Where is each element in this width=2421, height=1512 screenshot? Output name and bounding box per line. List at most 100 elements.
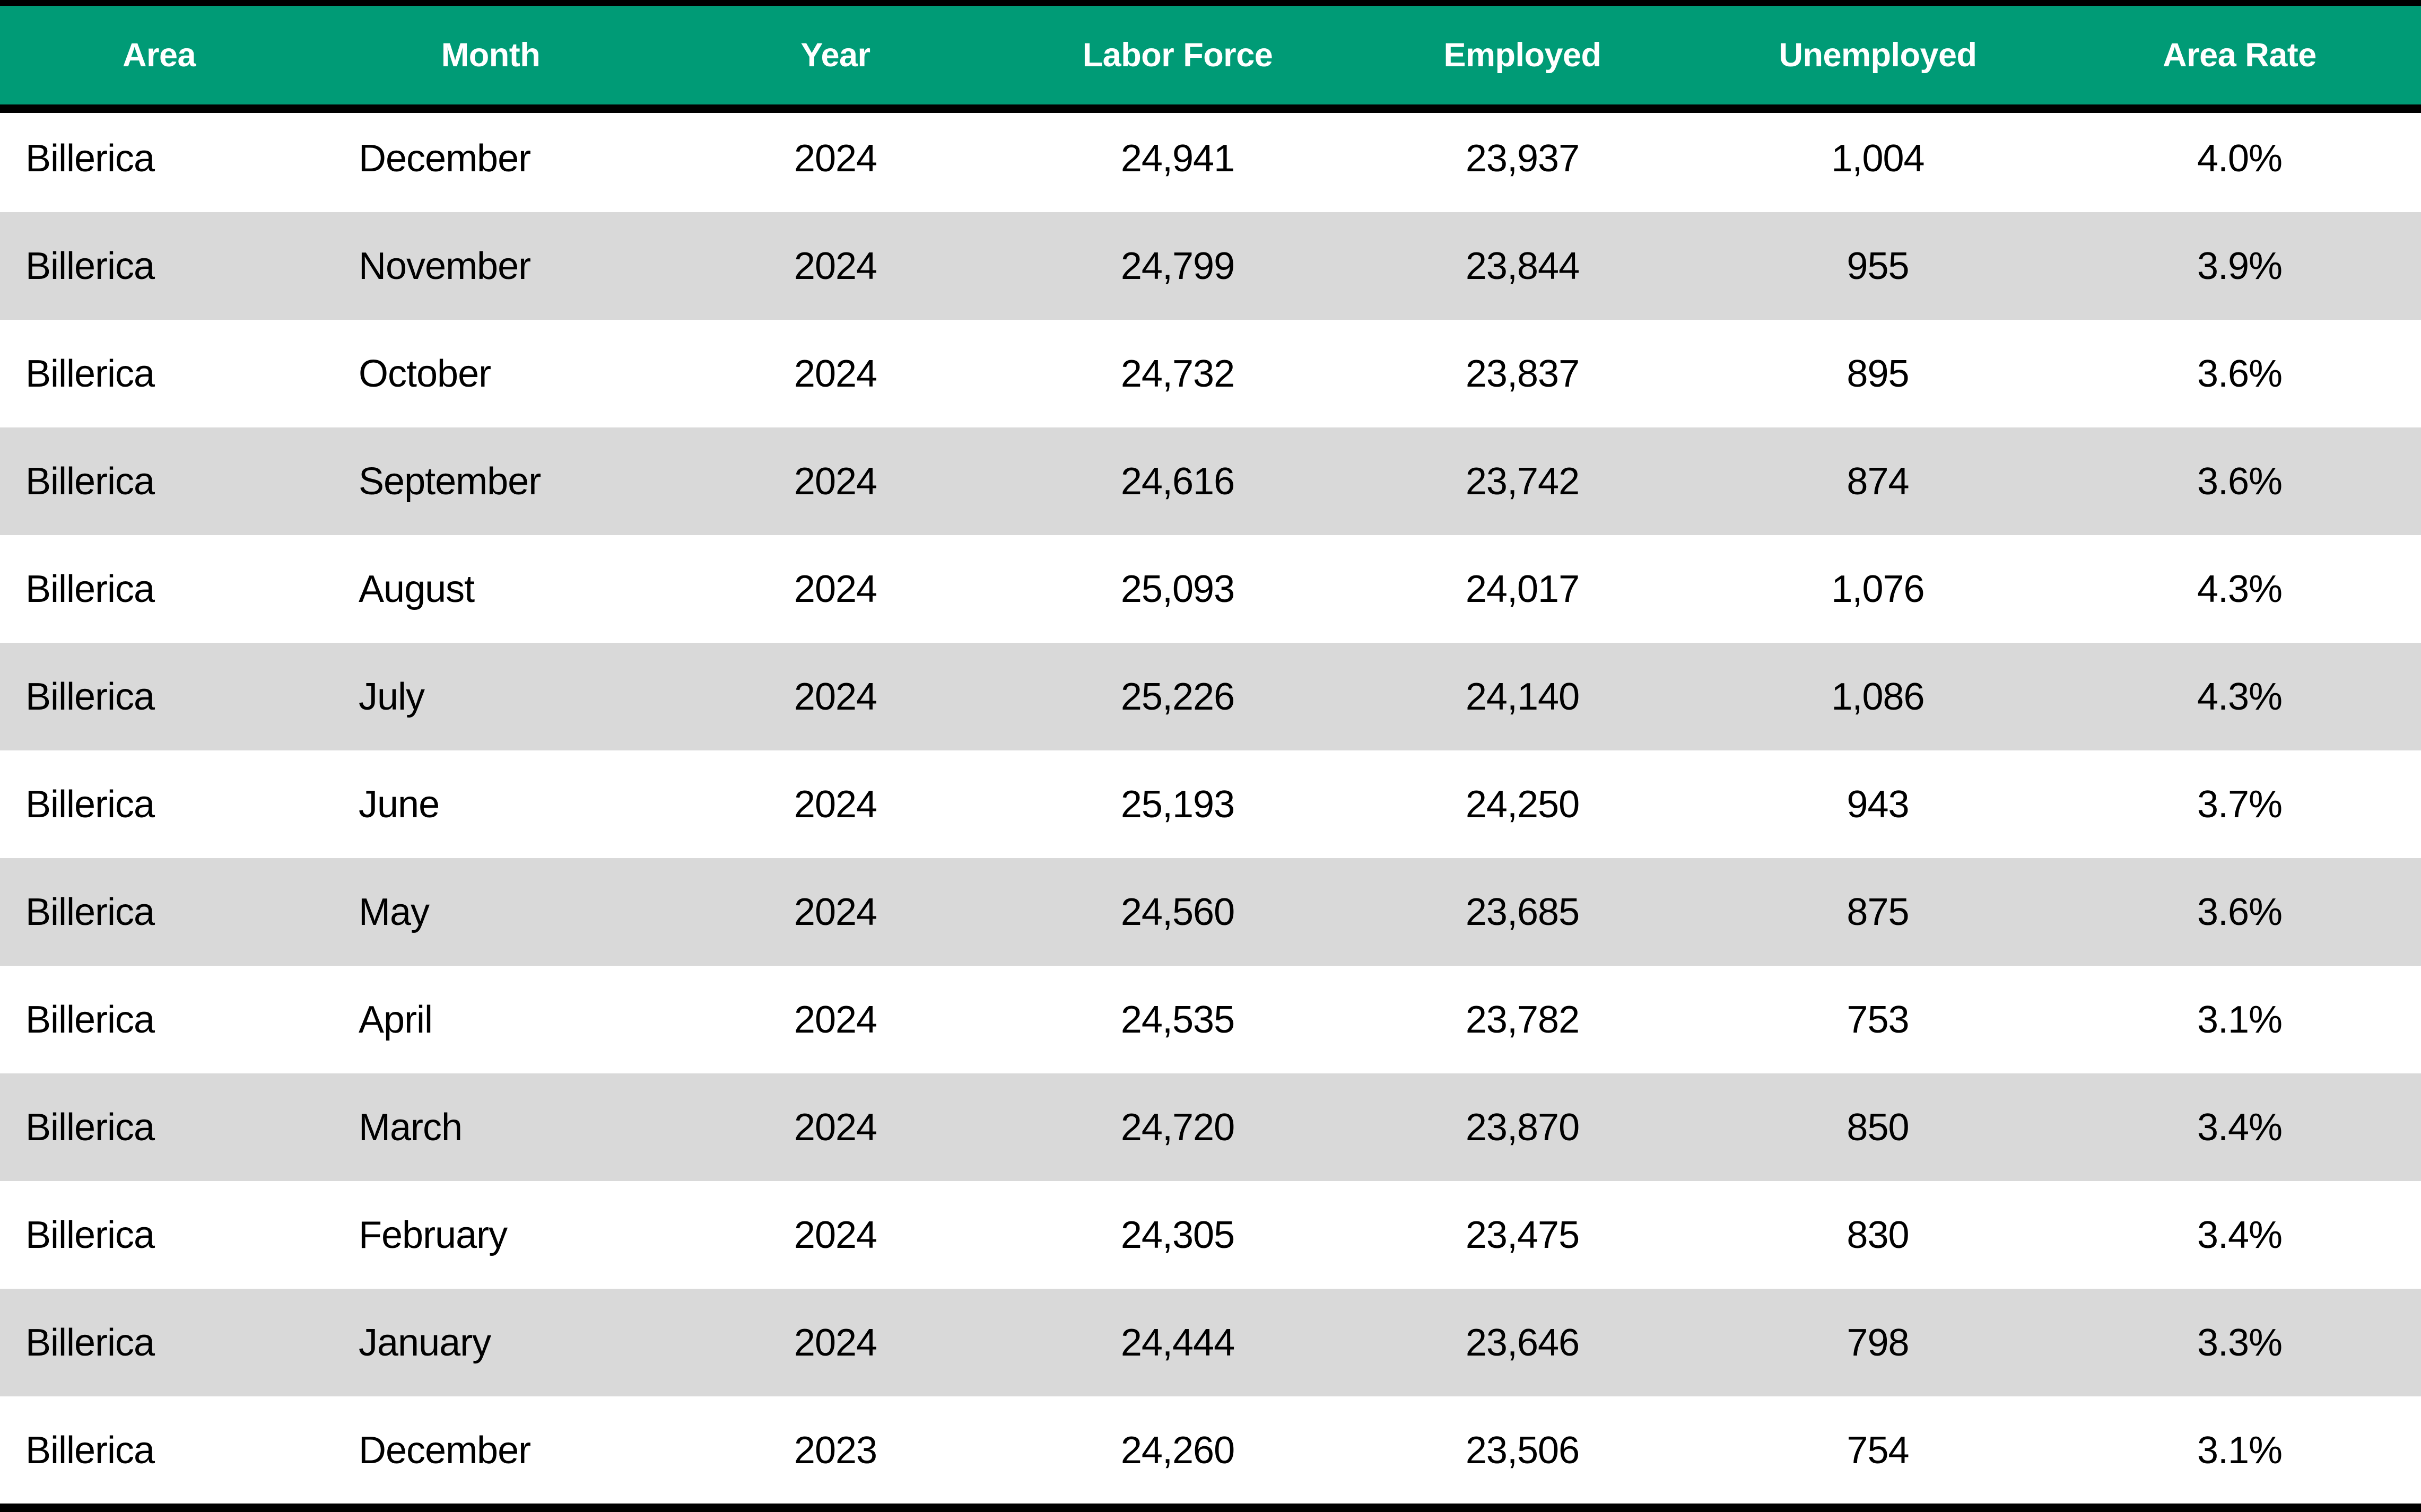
cell-area-rate: 3.3% <box>2197 1321 2283 1364</box>
cell-employed: 23,870 <box>1465 1106 1580 1149</box>
header-bottom-rule <box>0 104 2421 113</box>
table-row: Billerica April 2024 24,535 23,782 753 3.1% <box>0 966 2421 1073</box>
cell-labor-force: 25,093 <box>1120 567 1235 610</box>
cell-area-rate: 3.4% <box>2197 1106 2283 1149</box>
cell-area: Billerica <box>25 1429 155 1472</box>
cell-month: November <box>359 244 531 287</box>
cell-area-rate: 3.4% <box>2197 1213 2283 1256</box>
cell-year: 2024 <box>794 137 877 180</box>
column-header-area-rate[interactable]: Area Rate <box>2058 6 2421 104</box>
cell-labor-force: 24,305 <box>1120 1213 1235 1256</box>
cell-labor-force: 24,720 <box>1120 1106 1235 1149</box>
column-header-employed[interactable]: Employed <box>1347 6 1697 104</box>
cell-year: 2024 <box>794 352 877 395</box>
cell-year: 2024 <box>794 460 877 503</box>
cell-year: 2024 <box>794 244 877 287</box>
cell-unemployed: 1,004 <box>1831 137 1924 180</box>
table-body: Billerica December 2024 24,941 23,937 1,004 4.… <box>0 104 2421 1504</box>
cell-unemployed: 955 <box>1847 244 1909 287</box>
cell-employed: 23,742 <box>1465 460 1580 503</box>
cell-month: July <box>359 675 425 718</box>
cell-employed: 23,646 <box>1465 1321 1580 1364</box>
cell-employed: 23,685 <box>1465 890 1580 933</box>
cell-unemployed: 1,086 <box>1831 675 1924 718</box>
cell-area-rate: 3.9% <box>2197 244 2283 287</box>
cell-year: 2024 <box>794 890 877 933</box>
cell-unemployed: 753 <box>1847 998 1909 1041</box>
column-header-labor-force[interactable]: Labor Force <box>1008 6 1347 104</box>
cell-area-rate: 3.1% <box>2197 998 2283 1041</box>
cell-area: Billerica <box>25 1321 155 1364</box>
table-top-rule <box>0 0 2421 6</box>
cell-year: 2024 <box>794 675 877 718</box>
cell-labor-force: 24,260 <box>1120 1429 1235 1472</box>
cell-labor-force: 24,732 <box>1120 352 1235 395</box>
cell-unemployed: 754 <box>1847 1429 1909 1472</box>
cell-area: Billerica <box>25 352 155 395</box>
table-header: Area Month Year Labor Force Employed Une… <box>0 6 2421 104</box>
column-header-year[interactable]: Year <box>663 6 1008 104</box>
cell-labor-force: 24,616 <box>1120 460 1235 503</box>
cell-area-rate: 3.6% <box>2197 890 2283 933</box>
column-header-month[interactable]: Month <box>318 6 663 104</box>
column-header-unemployed[interactable]: Unemployed <box>1697 6 2058 104</box>
cell-area-rate: 3.7% <box>2197 783 2283 826</box>
cell-area-rate: 4.3% <box>2197 675 2283 718</box>
cell-year: 2023 <box>794 1429 877 1472</box>
table-bottom-rule <box>0 1504 2421 1512</box>
labor-force-table-container: Area Month Year Labor Force Employed Une… <box>0 0 2421 1512</box>
table-header-row: Area Month Year Labor Force Employed Une… <box>0 6 2421 104</box>
cell-employed: 23,837 <box>1465 352 1580 395</box>
cell-area: Billerica <box>25 244 155 287</box>
cell-area: Billerica <box>25 460 155 503</box>
column-header-area[interactable]: Area <box>0 6 318 104</box>
cell-area-rate: 3.1% <box>2197 1429 2283 1472</box>
cell-employed: 23,506 <box>1465 1429 1580 1472</box>
cell-year: 2024 <box>794 783 877 826</box>
cell-year: 2024 <box>794 1321 877 1364</box>
table-row: Billerica August 2024 25,093 24,017 1,076 4.3% <box>0 535 2421 643</box>
table-row: Billerica July 2024 25,226 24,140 1,086 4.3% <box>0 643 2421 750</box>
cell-area: Billerica <box>25 137 155 180</box>
cell-area-rate: 3.6% <box>2197 460 2283 503</box>
table-row: Billerica March 2024 24,720 23,870 850 3.4% <box>0 1073 2421 1181</box>
cell-year: 2024 <box>794 567 877 610</box>
cell-month: June <box>359 783 440 826</box>
table-row: Billerica September 2024 24,616 23,742 874 3.6… <box>0 427 2421 535</box>
cell-area: Billerica <box>25 1106 155 1149</box>
cell-month: May <box>359 890 430 933</box>
cell-month: October <box>359 352 491 395</box>
cell-unemployed: 943 <box>1847 783 1909 826</box>
cell-month: December <box>359 1429 531 1472</box>
cell-labor-force: 24,535 <box>1120 998 1235 1041</box>
cell-area-rate: 4.3% <box>2197 567 2283 610</box>
cell-unemployed: 1,076 <box>1831 567 1924 610</box>
table-row: Billerica December 2023 24,260 23,506 754 3.1% <box>0 1396 2421 1504</box>
cell-employed: 24,017 <box>1465 567 1580 610</box>
cell-year: 2024 <box>794 1106 877 1149</box>
cell-employed: 23,475 <box>1465 1213 1580 1256</box>
cell-labor-force: 24,941 <box>1120 137 1235 180</box>
cell-year: 2024 <box>794 998 877 1041</box>
cell-year: 2024 <box>794 1213 877 1256</box>
labor-force-table: Area Month Year Labor Force Employed Une… <box>0 6 2421 1504</box>
cell-area: Billerica <box>25 783 155 826</box>
table-row: Billerica December 2024 24,941 23,937 1,004 4.… <box>0 104 2421 212</box>
table-row: Billerica May 2024 24,560 23,685 875 3.6% <box>0 858 2421 966</box>
table-row: Billerica October 2024 24,732 23,837 895 3.6% <box>0 320 2421 427</box>
cell-labor-force: 24,444 <box>1120 1321 1235 1364</box>
cell-area-rate: 4.0% <box>2197 137 2283 180</box>
cell-unemployed: 798 <box>1847 1321 1909 1364</box>
cell-labor-force: 25,193 <box>1120 783 1235 826</box>
cell-area: Billerica <box>25 890 155 933</box>
cell-month: August <box>359 567 475 610</box>
cell-labor-force: 24,799 <box>1120 244 1235 287</box>
cell-month: December <box>359 137 531 180</box>
cell-month: February <box>359 1213 508 1256</box>
table-row: Billerica February 2024 24,305 23,475 830 3.4% <box>0 1181 2421 1289</box>
cell-month: September <box>359 460 541 503</box>
cell-month: April <box>359 998 433 1041</box>
cell-unemployed: 830 <box>1847 1213 1909 1256</box>
cell-employed: 23,844 <box>1465 244 1580 287</box>
cell-area: Billerica <box>25 998 155 1041</box>
